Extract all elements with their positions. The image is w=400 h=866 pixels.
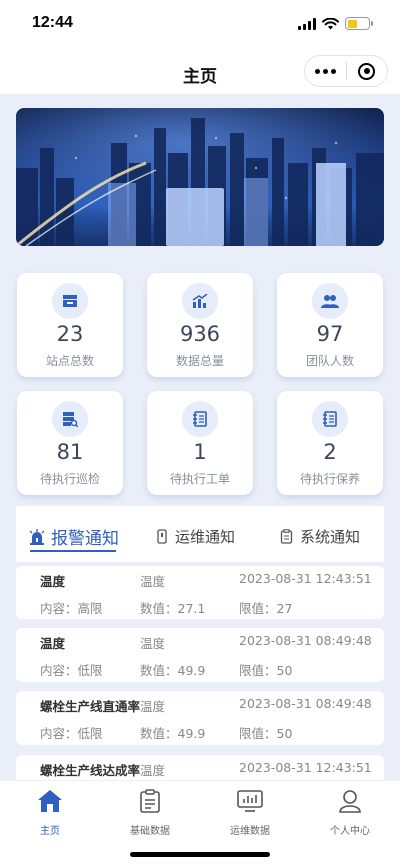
tab-label: 个人中心 xyxy=(330,826,370,837)
notice-content: 内容：高限 xyxy=(40,601,103,616)
notice-type: 温度 xyxy=(140,763,166,778)
tab-profile[interactable]: 个人中心 xyxy=(300,789,400,837)
tab-home[interactable]: 主页 xyxy=(0,789,100,837)
tab-system-notice[interactable]: 系统通知 xyxy=(280,526,360,547)
status-time: 12:44 xyxy=(32,14,73,31)
monitor-chart-icon xyxy=(237,790,263,812)
stat-card-maintenance[interactable]: 2 待执行保养 xyxy=(277,391,383,495)
close-button[interactable] xyxy=(346,56,387,86)
list-item[interactable]: 温度 温度 2023-08-31 08:49:48 内容：低限 数值：49.9 … xyxy=(16,628,384,682)
stat-label: 待执行工单 xyxy=(169,472,230,486)
notice-time: 2023-08-31 08:49:48 xyxy=(239,633,372,648)
chart-up-icon xyxy=(182,283,218,319)
tab-ops-notice[interactable]: 运维通知 xyxy=(156,526,235,547)
list-item[interactable]: 螺栓生产线直通率 温度 2023-08-31 08:49:48 内容：低限 数值… xyxy=(16,691,384,745)
team-icon xyxy=(312,283,348,319)
stat-value: 81 xyxy=(56,440,84,464)
stat-label: 站点总数 xyxy=(45,354,94,368)
stat-card-sites[interactable]: 23 站点总数 xyxy=(17,273,123,377)
stat-card-team[interactable]: 97 团队人数 xyxy=(277,273,383,377)
stat-value: 23 xyxy=(56,322,84,346)
mini-program-capsule xyxy=(304,55,388,87)
notice-title: 温度 xyxy=(40,636,66,651)
alarm-light-icon xyxy=(30,528,44,545)
stat-label: 数据总量 xyxy=(175,354,224,368)
notice-title: 螺栓生产线直通率 xyxy=(40,699,141,714)
wifi-icon xyxy=(322,17,339,29)
clipboard-icon xyxy=(140,789,160,813)
stat-value: 936 xyxy=(179,322,221,346)
city-skyline-icon xyxy=(16,108,384,246)
notice-value: 数值：49.9 xyxy=(140,663,206,678)
stat-card-data-total[interactable]: 936 数据总量 xyxy=(147,273,253,377)
signal-icon xyxy=(298,17,316,30)
stat-value: 1 xyxy=(193,440,207,464)
notice-value: 数值：49.9 xyxy=(140,726,206,741)
stat-value: 97 xyxy=(316,322,344,346)
notice-content: 内容：低限 xyxy=(40,663,103,678)
stat-value: 2 xyxy=(323,440,337,464)
list-item[interactable]: 温度 温度 2023-08-31 12:43:51 内容：高限 数值：27.1 … xyxy=(16,566,384,619)
phone-icon xyxy=(157,529,167,544)
notice-type: 温度 xyxy=(140,574,166,589)
notice-limit: 限值：50 xyxy=(239,726,293,741)
notice-title: 螺栓生产线达成率 xyxy=(40,763,141,778)
notice-title: 温度 xyxy=(40,574,66,589)
stat-label: 待执行巡检 xyxy=(39,472,100,486)
home-icon xyxy=(38,790,62,812)
more-button[interactable] xyxy=(305,56,346,86)
notice-content: 内容：低限 xyxy=(40,726,103,741)
notebook-icon xyxy=(182,401,218,437)
stat-label: 团队人数 xyxy=(305,354,354,368)
notice-time: 2023-08-31 12:43:51 xyxy=(239,760,372,775)
battery-icon xyxy=(345,17,373,30)
nav-bar: 主页 xyxy=(0,50,400,94)
notice-tabs: 报警通知 运维通知 系统通知 xyxy=(16,506,384,562)
notice-type: 温度 xyxy=(140,636,166,651)
tab-label: 运维通知 xyxy=(175,528,236,546)
city-banner-image[interactable] xyxy=(16,108,384,246)
inbox-icon xyxy=(52,283,88,319)
active-tab-indicator xyxy=(30,550,116,552)
tab-label: 系统通知 xyxy=(300,528,361,546)
tab-ops-data[interactable]: 运维数据 xyxy=(200,789,300,837)
notice-time: 2023-08-31 08:49:48 xyxy=(239,696,372,711)
status-icons xyxy=(298,17,373,30)
status-bar: 12:44 xyxy=(0,0,400,50)
user-icon xyxy=(339,790,361,813)
tab-alarm-notice[interactable]: 报警通知 xyxy=(30,524,119,549)
tab-label: 主页 xyxy=(40,826,60,837)
notebook-icon xyxy=(312,401,348,437)
stat-label: 待执行保养 xyxy=(299,472,360,486)
stat-card-work-order[interactable]: 1 待执行工单 xyxy=(147,391,253,495)
notice-time: 2023-08-31 12:43:51 xyxy=(239,571,372,586)
tab-label: 报警通知 xyxy=(51,529,119,549)
server-search-icon xyxy=(52,401,88,437)
tab-basic-data[interactable]: 基础数据 xyxy=(100,789,200,837)
notice-type: 温度 xyxy=(140,699,166,714)
clipboard-icon xyxy=(280,529,293,544)
home-indicator xyxy=(130,852,270,857)
notice-limit: 限值：27 xyxy=(239,601,293,616)
tab-label: 运维数据 xyxy=(230,826,270,837)
notice-value: 数值：27.1 xyxy=(140,601,206,616)
tab-label: 基础数据 xyxy=(130,826,170,837)
stat-card-inspection[interactable]: 81 待执行巡检 xyxy=(17,391,123,495)
notice-limit: 限值：50 xyxy=(239,663,293,678)
